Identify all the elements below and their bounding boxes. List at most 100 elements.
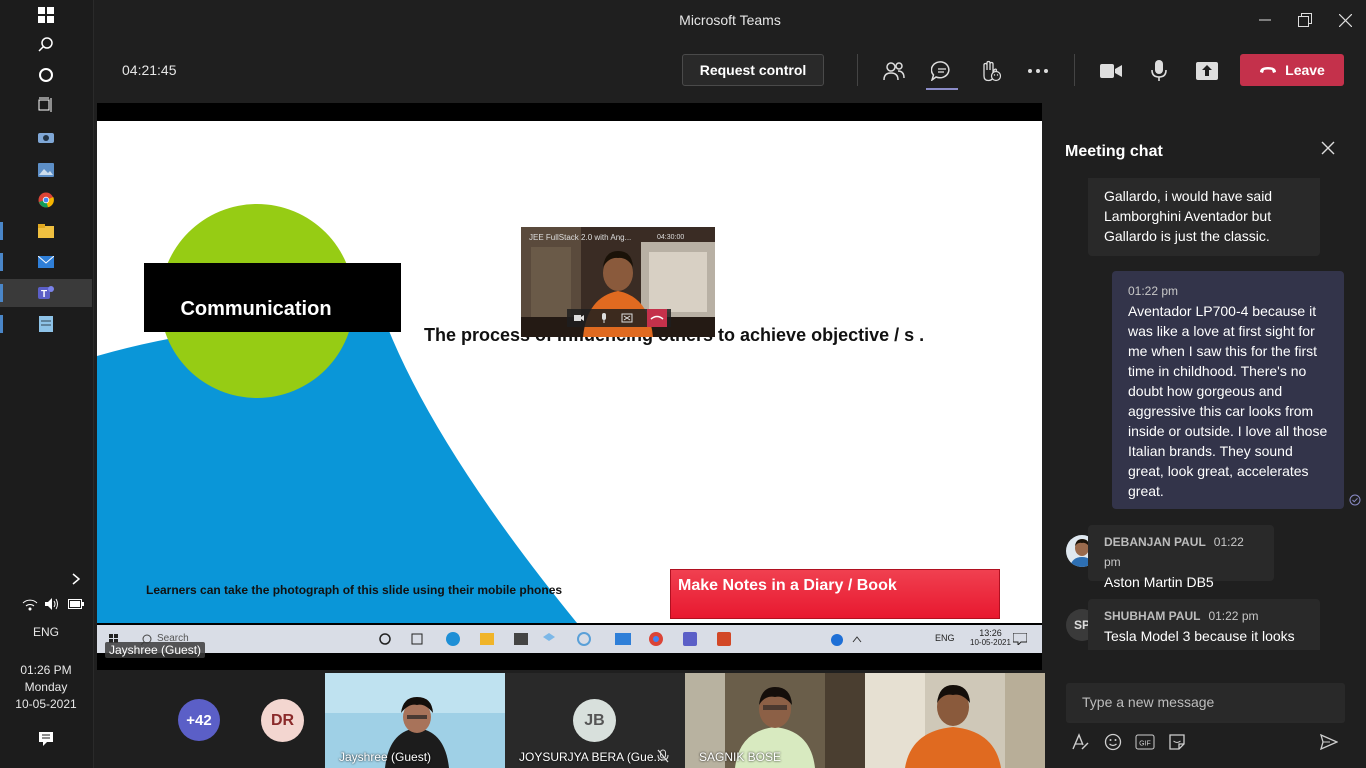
make-notes-banner: Make Notes in a Diary / Book bbox=[670, 569, 1000, 619]
pip-hangup-icon[interactable] bbox=[647, 309, 667, 327]
message-text: Aventador LP700-4 because it was like a … bbox=[1128, 303, 1328, 499]
seen-check-icon bbox=[1349, 494, 1361, 506]
shared-edge-icon bbox=[446, 632, 460, 646]
more-participants-button[interactable]: +42 bbox=[178, 699, 220, 741]
keyboard-language[interactable]: ENG bbox=[0, 625, 92, 639]
restore-icon[interactable] bbox=[1294, 10, 1316, 30]
shared-tray-chevron-icon bbox=[852, 636, 862, 643]
mail-icon[interactable] bbox=[36, 252, 56, 272]
participant-tile-jayshree[interactable]: Jayshree (Guest) bbox=[325, 673, 505, 768]
wifi-icon[interactable] bbox=[20, 594, 40, 614]
volume-icon[interactable] bbox=[42, 594, 62, 614]
battery-icon[interactable] bbox=[66, 594, 86, 614]
participant-avatar-dr[interactable]: DR bbox=[261, 699, 304, 742]
shared-mail-icon bbox=[615, 633, 631, 645]
shared-powerpoint-icon bbox=[717, 632, 731, 646]
sticker-icon[interactable] bbox=[1167, 732, 1187, 752]
photos-app-icon[interactable] bbox=[36, 160, 56, 180]
shared-explorer-icon bbox=[480, 633, 494, 645]
shared-taskview-icon bbox=[411, 633, 423, 645]
message-text: Gallardo, i would have said Lamborghini … bbox=[1104, 188, 1273, 244]
message-input[interactable] bbox=[1066, 683, 1345, 721]
pip-meeting-title: JEE FullStack 2.0 with Ang... bbox=[529, 233, 632, 242]
close-window-icon[interactable] bbox=[1334, 10, 1356, 30]
message-time: 01:22 pm bbox=[1208, 609, 1259, 623]
make-notes-label: Make Notes in a Diary / Book bbox=[678, 577, 897, 594]
participant-tile-sagnik[interactable]: SAGNIK BOSE bbox=[685, 673, 865, 768]
shared-store-icon bbox=[514, 633, 528, 645]
app-title: Microsoft Teams bbox=[679, 12, 781, 28]
system-clock-time[interactable]: 01:26 PM bbox=[0, 663, 92, 677]
chat-message-own: 01:22 pm Aventador LP700-4 because it wa… bbox=[1112, 271, 1344, 509]
participant-name: SAGNIK BOSE bbox=[699, 750, 782, 764]
action-center-icon[interactable] bbox=[36, 729, 56, 749]
participant-name: Jayshree (Guest) bbox=[339, 750, 432, 764]
pip-share-icon[interactable] bbox=[621, 313, 633, 323]
shared-dropbox-icon bbox=[543, 633, 555, 641]
pip-mic-icon[interactable] bbox=[602, 313, 606, 323]
shared-infinity-icon bbox=[577, 632, 591, 646]
participant-tile-joysurjya[interactable]: JB JOYSURJYA BERA (Gue... bbox=[505, 673, 685, 768]
chat-message-list[interactable]: Gallardo, i would have said Lamborghini … bbox=[1045, 178, 1366, 650]
chat-message: DEBANJAN PAUL 01:22 pm Aston Martin DB5 bbox=[1088, 525, 1274, 590]
shared-clock-time: 13:26 bbox=[979, 628, 1002, 638]
gif-icon[interactable]: GIF bbox=[1135, 732, 1155, 752]
camera-icon[interactable] bbox=[1098, 58, 1124, 84]
windows-start-icon[interactable] bbox=[36, 5, 56, 25]
shared-windows-taskbar: Search ENG 13:26 10-05-2021 bbox=[97, 625, 1042, 653]
microphone-icon[interactable] bbox=[1146, 58, 1172, 84]
format-icon[interactable] bbox=[1070, 732, 1090, 752]
pip-controls bbox=[567, 309, 671, 327]
cortana-icon[interactable] bbox=[36, 65, 56, 85]
minimize-icon[interactable] bbox=[1254, 10, 1276, 30]
chrome-icon[interactable] bbox=[36, 190, 56, 210]
slide-title-box: Communication bbox=[144, 263, 401, 332]
shared-notification-icon bbox=[1013, 633, 1027, 645]
meeting-timer: 04:21:45 bbox=[122, 62, 177, 78]
presenter-name-tag: Jayshree (Guest) bbox=[105, 642, 206, 658]
meeting-chat-panel: Meeting chat Gallardo, i would have said… bbox=[1045, 103, 1366, 768]
show-more-chevron-icon[interactable] bbox=[66, 569, 86, 589]
participant-video bbox=[865, 673, 1045, 768]
teams-icon[interactable]: T bbox=[36, 283, 56, 303]
raise-hand-icon[interactable] bbox=[977, 58, 1003, 84]
participant-name: JOYSURJYA BERA (Gue... bbox=[519, 750, 664, 764]
compose-box[interactable] bbox=[1066, 683, 1345, 723]
system-clock-day[interactable]: Monday bbox=[0, 680, 92, 694]
shared-teams-icon bbox=[683, 632, 697, 646]
leave-button[interactable]: Leave bbox=[1240, 54, 1344, 86]
shared-clock: 13:26 10-05-2021 bbox=[970, 628, 1011, 647]
hang-up-icon bbox=[1260, 67, 1277, 73]
chat-panel-title: Meeting chat bbox=[1065, 143, 1163, 160]
more-actions-icon[interactable] bbox=[1025, 58, 1051, 84]
message-author: SHUBHAM PAUL bbox=[1104, 609, 1201, 623]
svg-text:GIF: GIF bbox=[1139, 741, 1151, 748]
share-screen-icon[interactable] bbox=[1194, 58, 1220, 84]
presentation-slide: Communication The process of influencing… bbox=[97, 121, 1042, 623]
request-control-button[interactable]: Request control bbox=[682, 54, 824, 86]
message-text: Aston Martin DB5 bbox=[1104, 574, 1214, 590]
slide-title: Communication bbox=[180, 298, 332, 320]
slide-footnote: Learners can take the photograph of this… bbox=[146, 583, 563, 597]
meeting-header: 04:21:45 Request control Leave bbox=[94, 40, 1366, 102]
send-icon[interactable] bbox=[1319, 732, 1339, 752]
participants-icon[interactable] bbox=[881, 58, 907, 84]
system-clock-date[interactable]: 10-05-2021 bbox=[0, 697, 92, 711]
close-icon[interactable] bbox=[1321, 141, 1339, 159]
shared-screen[interactable]: Communication The process of influencing… bbox=[97, 103, 1042, 670]
participant-tile-presenter[interactable] bbox=[865, 673, 1045, 768]
presenter-video-pip[interactable]: JEE FullStack 2.0 with Ang... 04:30:00 bbox=[521, 227, 715, 337]
pip-camera-icon[interactable] bbox=[574, 315, 584, 321]
camera-app-icon[interactable] bbox=[36, 127, 56, 147]
notepad-icon[interactable] bbox=[36, 314, 56, 334]
file-explorer-icon[interactable] bbox=[36, 221, 56, 241]
emoji-icon[interactable] bbox=[1103, 732, 1123, 752]
shared-cortana-icon bbox=[379, 633, 391, 645]
search-icon[interactable] bbox=[36, 35, 56, 55]
chat-message: Gallardo, i would have said Lamborghini … bbox=[1088, 178, 1320, 256]
message-text: Tesla Model 3 because it looks bbox=[1104, 628, 1295, 644]
chat-icon[interactable] bbox=[929, 58, 955, 84]
task-view-icon[interactable] bbox=[36, 95, 56, 115]
title-bar: Microsoft Teams bbox=[94, 0, 1366, 40]
shared-language: ENG bbox=[935, 633, 955, 643]
